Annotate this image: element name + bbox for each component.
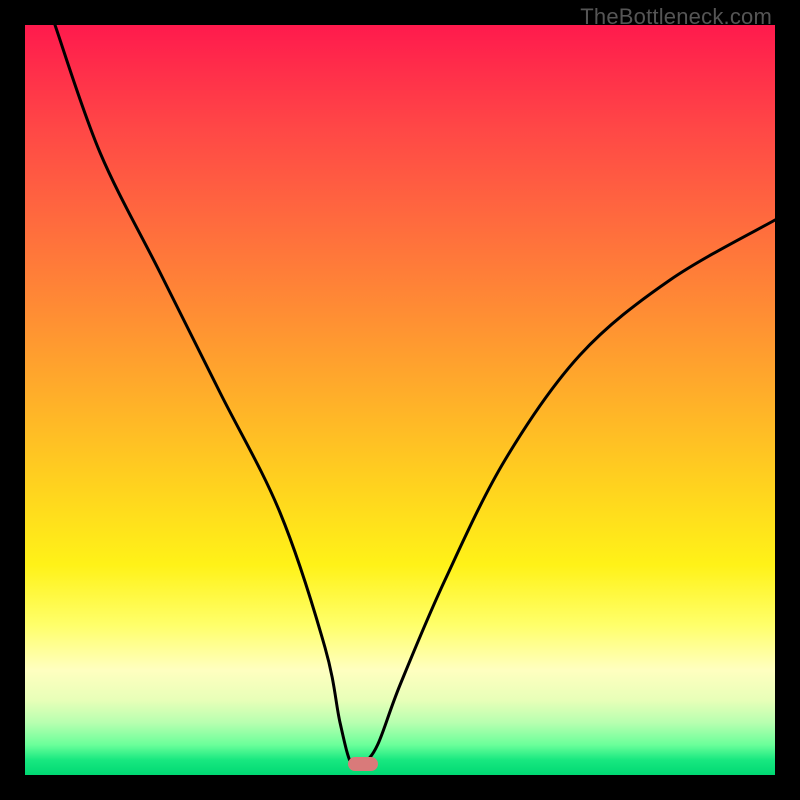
chart-frame xyxy=(25,25,775,775)
bottleneck-curve xyxy=(25,25,775,775)
optimal-point-marker xyxy=(348,757,378,771)
